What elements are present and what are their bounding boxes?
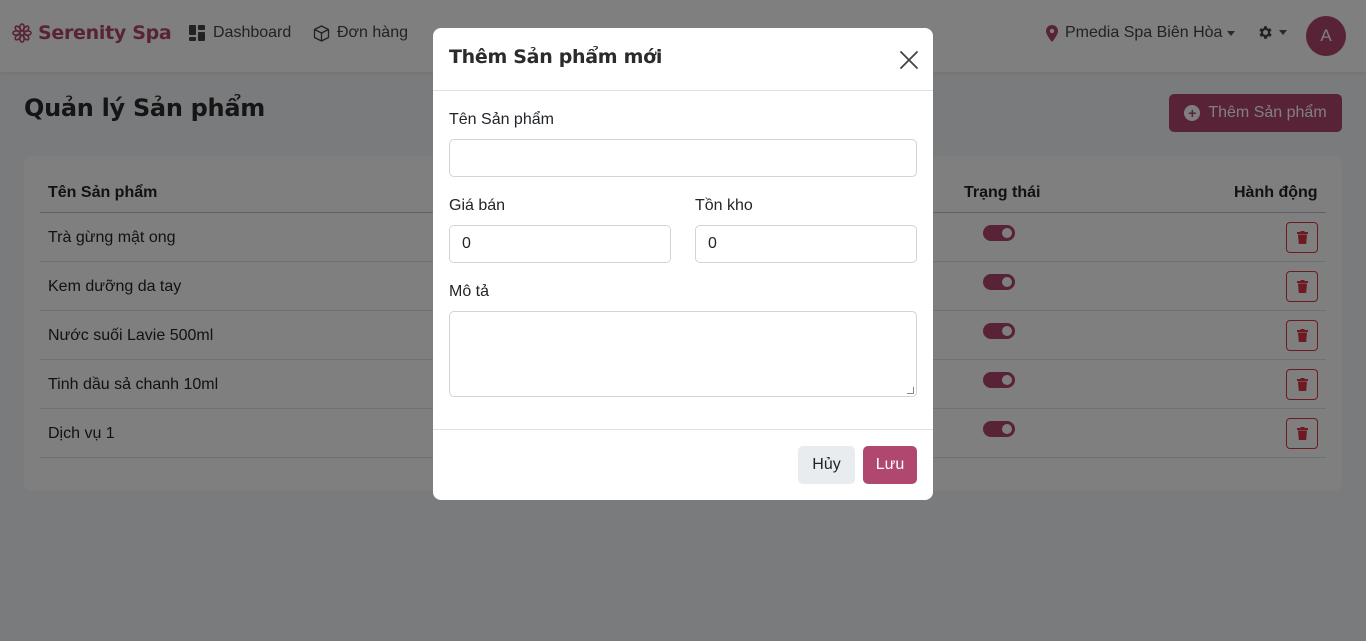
price-input[interactable]: 0 (449, 225, 671, 263)
modal-header: Thêm Sản phẩm mới (433, 28, 933, 91)
price-label: Giá bán (449, 197, 506, 214)
modal-title: Thêm Sản phẩm mới (449, 46, 663, 68)
modal-footer-divider (433, 429, 933, 430)
stock-input[interactable]: 0 (695, 225, 917, 263)
add-product-modal: Thêm Sản phẩm mới Tên Sản phẩm Giá bán 0… (433, 28, 933, 500)
close-icon[interactable] (899, 50, 919, 70)
description-label: Mô tả (449, 283, 490, 300)
product-name-label: Tên Sản phẩm (449, 111, 554, 128)
cancel-button[interactable]: Hủy (798, 446, 855, 484)
resize-handle[interactable] (907, 387, 914, 394)
stock-label: Tồn kho (695, 197, 753, 214)
product-name-input[interactable] (449, 139, 917, 177)
description-textarea[interactable] (449, 311, 917, 397)
save-button[interactable]: Lưu (863, 446, 917, 484)
